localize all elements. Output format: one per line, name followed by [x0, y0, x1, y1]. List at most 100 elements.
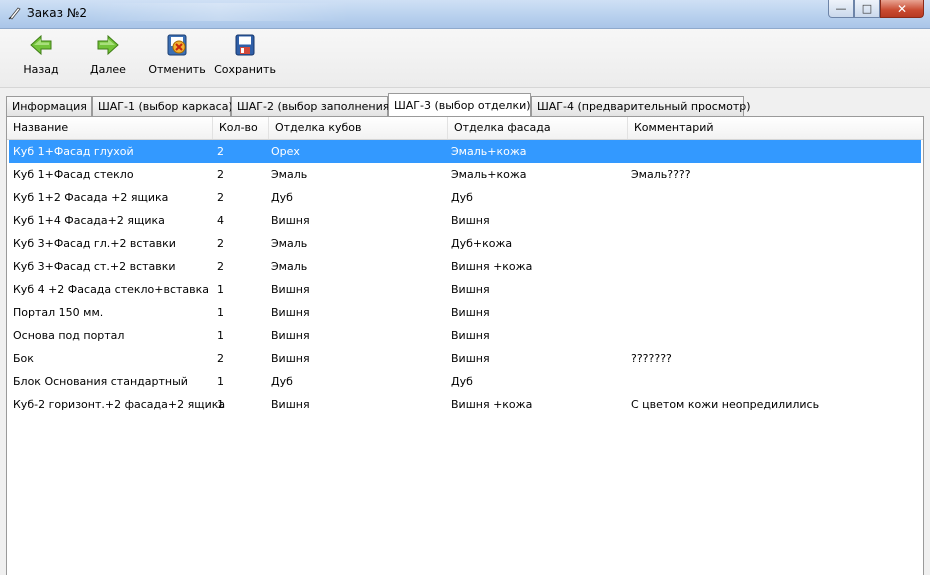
tab-step-1[interactable]: ШАГ-1 (выбор каркаса) — [92, 96, 233, 116]
cell-cube-finish: Вишня — [271, 352, 310, 365]
cancel-icon — [167, 34, 187, 56]
table-row[interactable]: Портал 150 мм. 1 Вишня Вишня — [9, 301, 921, 324]
column-header-qty[interactable]: Кол-во — [213, 117, 269, 139]
minimize-button[interactable]: — — [828, 0, 854, 18]
cell-cube-finish: Орех — [271, 145, 300, 158]
grid-rows: Куб 1+Фасад глухой 2 Орех Эмаль+кожа Куб 1+Ф… — [9, 140, 921, 416]
cell-name: Куб 4 +2 Фасада стекло+вставка — [13, 283, 210, 296]
title-blur — [90, 3, 350, 21]
close-icon: ✕ — [896, 1, 908, 16]
cell-cube-finish: Эмаль — [271, 237, 308, 250]
cell-qty: 1 — [217, 283, 224, 296]
tab-label: Информация — [12, 100, 87, 113]
column-header-facade-finish[interactable]: Отделка фасада — [448, 117, 628, 139]
grid-header: Название Кол-во Отделка кубов Отделка фа… — [7, 117, 923, 140]
column-header-name[interactable]: Название — [7, 117, 213, 139]
finishing-grid[interactable]: Название Кол-во Отделка кубов Отделка фа… — [6, 116, 924, 575]
cell-cube-finish: Дуб — [271, 191, 293, 204]
cell-cube-finish: Вишня — [271, 329, 310, 342]
cell-name: Куб 3+Фасад гл.+2 вставки — [13, 237, 176, 250]
table-row[interactable]: Куб 3+Фасад гл.+2 вставки 2 Эмаль Дуб+кожа — [9, 232, 921, 255]
tab-label: ШАГ-3 (выбор отделки) — [394, 99, 531, 112]
table-row[interactable]: Бок 2 Вишня Вишня??????? — [9, 347, 921, 370]
cell-name: Портал 150 мм. — [13, 306, 104, 319]
next-button[interactable]: Далее — [86, 34, 130, 82]
column-header-comment[interactable]: Комментарий — [628, 117, 923, 139]
arrow-right-icon — [97, 34, 119, 56]
cell-name: Куб 1+Фасад глухой — [13, 145, 134, 158]
close-button[interactable]: ✕ — [880, 0, 924, 18]
quill-pen-icon — [8, 7, 21, 20]
cell-cube-finish: Вишня — [271, 283, 310, 296]
back-button[interactable]: Назад — [20, 34, 62, 82]
cell-facade-finish: Дуб — [451, 191, 473, 204]
tab-info[interactable]: Информация — [6, 96, 92, 116]
cell-qty: 1 — [217, 329, 224, 342]
window-title: Заказ №2 — [27, 6, 87, 20]
cell-qty: 1 — [217, 375, 224, 388]
cell-facade-finish: Вишня — [451, 352, 490, 365]
cell-cube-finish: Эмаль — [271, 168, 308, 181]
cell-qty: 2 — [217, 260, 224, 273]
cell-facade-finish: Вишня — [451, 329, 490, 342]
cell-cube-finish: Эмаль — [271, 260, 308, 273]
maximize-icon: □ — [861, 2, 873, 15]
table-row[interactable]: Основа под портал 1 Вишня Вишня — [9, 324, 921, 347]
cell-name: Куб 3+Фасад ст.+2 вставки — [13, 260, 176, 273]
cell-name: Блок Основания стандартный — [13, 375, 188, 388]
cell-qty: 2 — [217, 168, 224, 181]
cell-facade-finish: Вишня — [451, 214, 490, 227]
table-row[interactable]: Куб 1+4 Фасада+2 ящика 4 Вишня Вишня — [9, 209, 921, 232]
table-row[interactable]: Куб-2 горизонт.+2 фасада+2 ящика 1 Вишня Ви… — [9, 393, 921, 416]
table-row[interactable]: Куб 1+Фасад глухой 2 Орех Эмаль+кожа — [9, 140, 921, 163]
cell-comment: Эмаль???? — [631, 168, 691, 181]
cell-qty: 2 — [217, 145, 224, 158]
table-row[interactable]: Куб 1+Фасад стекло 2 Эмаль Эмаль+кожа Эмаль?… — [9, 163, 921, 186]
tab-step-3[interactable]: ШАГ-3 (выбор отделки) — [388, 93, 531, 116]
table-row[interactable]: Куб 4 +2 Фасада стекло+вставка 1 Вишня Вишн… — [9, 278, 921, 301]
toolbar: Назад Далее Отменить Сохранить — [0, 29, 930, 88]
tab-strip: Информация ШАГ-1 (выбор каркаса) ШАГ-2 (… — [6, 92, 924, 116]
cancel-button[interactable]: Отменить — [148, 34, 206, 82]
tab-label: ШАГ-4 (предварительный просмотр) — [537, 100, 751, 113]
tab-step-2[interactable]: ШАГ-2 (выбор заполнения) — [231, 96, 394, 116]
save-label: Сохранить — [214, 63, 276, 76]
cell-qty: 2 — [217, 352, 224, 365]
title-bar: Заказ №2 — □ ✕ — [0, 0, 930, 29]
save-button[interactable]: Сохранить — [214, 34, 276, 82]
cell-name: Куб 1+4 Фасада+2 ящика — [13, 214, 165, 227]
cell-name: Основа под портал — [13, 329, 125, 342]
cell-qty: 1 — [217, 306, 224, 319]
cell-facade-finish: Вишня — [451, 306, 490, 319]
cell-facade-finish: Вишня +кожа — [451, 398, 533, 411]
cell-comment: ??????? — [631, 352, 672, 365]
cell-cube-finish: Дуб — [271, 375, 293, 388]
column-header-cube-finish[interactable]: Отделка кубов — [269, 117, 448, 139]
tab-step-4[interactable]: ШАГ-4 (предварительный просмотр) — [531, 96, 751, 116]
cell-name: Куб-2 горизонт.+2 фасада+2 ящика — [13, 398, 226, 411]
maximize-button[interactable]: □ — [854, 0, 880, 18]
cell-facade-finish: Дуб+кожа — [451, 237, 513, 250]
arrow-left-icon — [30, 34, 52, 56]
tab-label: ШАГ-1 (выбор каркаса) — [98, 100, 233, 113]
cell-cube-finish: Вишня — [271, 306, 310, 319]
cell-facade-finish: Эмаль+кожа — [451, 145, 527, 158]
cell-facade-finish: Эмаль+кожа — [451, 168, 527, 181]
cell-facade-finish: Дуб — [451, 375, 473, 388]
table-row[interactable]: Куб 1+2 Фасада +2 ящика 2 Дуб Дуб — [9, 186, 921, 209]
next-label: Далее — [90, 63, 126, 76]
cell-qty: 2 — [217, 191, 224, 204]
table-row[interactable]: Блок Основания стандартный 1 Дуб Дуб — [9, 370, 921, 393]
cancel-label: Отменить — [148, 63, 206, 76]
cell-comment: С цветом кожи неопредилились — [631, 398, 820, 411]
floppy-disk-icon — [235, 34, 255, 56]
minimize-icon: — — [835, 2, 847, 15]
cell-cube-finish: Вишня — [271, 214, 310, 227]
table-row[interactable]: Куб 3+Фасад ст.+2 вставки 2 Эмаль Вишня +ко… — [9, 255, 921, 278]
cell-name: Куб 1+Фасад стекло — [13, 168, 134, 181]
cell-facade-finish: Вишня +кожа — [451, 260, 533, 273]
back-label: Назад — [23, 63, 59, 76]
cell-name: Бок — [13, 352, 34, 365]
cell-qty: 2 — [217, 237, 224, 250]
cell-facade-finish: Вишня — [451, 283, 490, 296]
